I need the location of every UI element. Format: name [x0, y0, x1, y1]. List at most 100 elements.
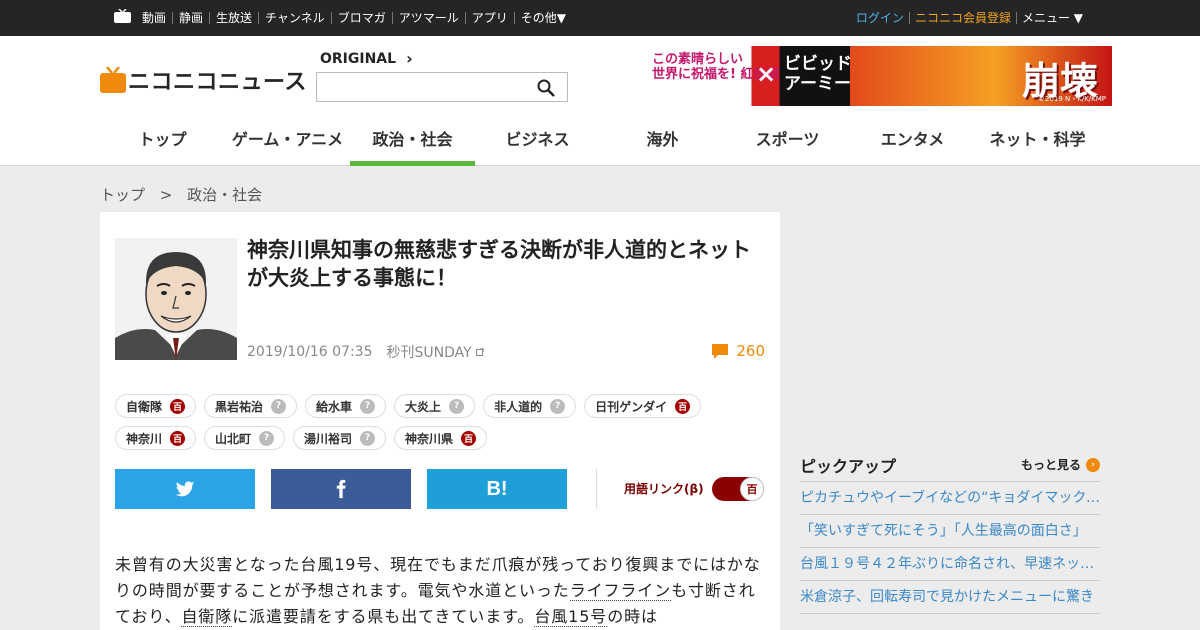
list-item[interactable]: 米倉涼子、回転寿司で見かけたメニューに驚き	[800, 581, 1100, 614]
dic-icon[interactable]: 百	[461, 430, 477, 446]
twitter-icon	[175, 481, 195, 497]
niconico-tv-icon[interactable]	[114, 9, 131, 23]
category-game-anime[interactable]: ゲーム・アニメ	[225, 126, 350, 166]
banner-times: ×	[756, 60, 777, 88]
list-item[interactable]: 「笑いすぎて死にそう」「人生最高の面白さ」	[800, 515, 1100, 548]
category-top[interactable]: トップ	[100, 126, 225, 166]
question-icon[interactable]: ?	[259, 430, 275, 446]
breadcrumb: トップ > 政治・社会	[100, 184, 262, 205]
tag-item[interactable]: 給水車?	[305, 394, 387, 418]
original-link[interactable]: ORIGINAL ›	[320, 49, 413, 68]
tag-item[interactable]: 神奈川県百	[394, 426, 488, 450]
sidebar-ad-space	[800, 184, 1100, 434]
service-nav: 動画 静画 生放送 チャンネル ブロマガ アツマール アプリ その他▼	[136, 0, 572, 36]
menu-link[interactable]: メニュー ▼	[1015, 12, 1088, 24]
question-icon[interactable]: ?	[360, 430, 376, 446]
tag-item[interactable]: 神奈川百	[115, 426, 197, 450]
article-thumbnail	[115, 238, 237, 360]
nav-other[interactable]: その他▼	[513, 12, 572, 24]
nav-video[interactable]: 動画	[136, 12, 172, 24]
more-link[interactable]: もっと見る ›	[1021, 456, 1100, 473]
niconico-logo-icon	[100, 67, 126, 93]
question-icon[interactable]: ?	[271, 398, 287, 414]
breadcrumb-current[interactable]: 政治・社会	[187, 186, 262, 204]
article-meta: 2019/10/16 07:35 秒刊SUNDAY	[247, 342, 484, 362]
divider	[596, 469, 597, 509]
term-link-label: 用語リンク(β)	[624, 482, 704, 496]
term-link[interactable]: ライフライン	[569, 581, 672, 601]
banner-copyright: ©2019 N・K/K/KMP	[1037, 95, 1106, 103]
comment-count-link[interactable]: 260	[712, 342, 765, 360]
pickup-header: ピックアップ もっと見る ›	[800, 448, 1100, 482]
facebook-icon	[336, 479, 346, 499]
category-business[interactable]: ビジネス	[475, 126, 600, 166]
search-input[interactable]	[317, 73, 527, 101]
nav-channel[interactable]: チャンネル	[258, 12, 331, 24]
pickup-section: ピックアップ もっと見る › ピカチュウやイーブイなどの“キョダイマックス”姿が…	[800, 448, 1100, 614]
chevron-right-icon: ›	[406, 49, 413, 68]
global-top-bar: 動画 静画 生放送 チャンネル ブロマガ アツマール アプリ その他▼ ログイン…	[0, 0, 1200, 36]
tag-item[interactable]: 自衛隊百	[115, 394, 197, 418]
banner-vivid-army: ビビッド アーミー	[784, 54, 852, 94]
question-icon[interactable]: ?	[360, 398, 376, 414]
article-date: 2019/10/16 07:35	[247, 344, 373, 360]
original-label: ORIGINAL	[320, 50, 397, 67]
tag-item[interactable]: 日刊ゲンダイ百	[584, 394, 702, 418]
nav-seiga[interactable]: 静画	[172, 12, 209, 24]
tag-item[interactable]: 湯川裕司?	[293, 426, 387, 450]
external-link-icon	[475, 348, 484, 356]
search-box	[316, 72, 568, 102]
tag-item[interactable]: 黒岩祐治?	[204, 394, 298, 418]
tag-item[interactable]: 大炎上?	[394, 394, 476, 418]
question-icon[interactable]: ?	[550, 398, 566, 414]
comment-count: 260	[736, 342, 765, 360]
logo-text: ニコニコニュース	[128, 70, 307, 95]
dic-icon[interactable]: 百	[675, 398, 691, 414]
term-link[interactable]: 台風15号	[534, 607, 608, 627]
register-link[interactable]: ニコニコ会員登録	[908, 12, 1016, 24]
category-overseas[interactable]: 海外	[600, 126, 725, 166]
article-source-label: 秒刊SUNDAY	[386, 345, 472, 361]
article-source[interactable]: 秒刊SUNDAY	[387, 342, 484, 362]
list-item[interactable]: 台風１９号４２年ぶりに命名され、早速ネットで話題に	[800, 548, 1100, 581]
breadcrumb-home[interactable]: トップ	[100, 186, 145, 204]
category-politics-society[interactable]: 政治・社会	[350, 126, 475, 166]
pickup-title: ピックアップ	[800, 456, 897, 476]
breadcrumb-separator: >	[159, 186, 173, 204]
hatena-bookmark-button[interactable]: B!	[427, 469, 567, 509]
twitter-share-button[interactable]	[115, 469, 255, 509]
hatena-icon: B!	[486, 477, 508, 500]
question-icon[interactable]: ?	[449, 398, 465, 414]
tag-item[interactable]: 山北町?	[204, 426, 286, 450]
header-ad-banner[interactable]: この素晴らしい 世界に祝福を! 紅伝説 × ビビッド アーミー 崩壊 ©2019…	[644, 46, 1112, 106]
tag-list: 自衛隊百 黒岩祐治? 給水車? 大炎上? 非人道的? 日刊ゲンダイ百 神奈川百 …	[115, 394, 765, 450]
article-card: 神奈川県知事の無慈悲すぎる決断が非人道的とネットが大炎上する事態に！ 2019/…	[100, 212, 780, 630]
site-header: ニコニコニュース ORIGINAL › この素晴らしい 世界に祝福を! 紅伝説 …	[0, 36, 1200, 166]
login-link[interactable]: ログイン	[851, 12, 909, 24]
nav-blomaga[interactable]: ブロマガ	[330, 12, 392, 24]
facebook-share-button[interactable]	[271, 469, 411, 509]
term-link[interactable]: 自衛隊	[181, 607, 233, 627]
pickup-list: ピカチュウやイーブイなどの“キョダイマックス”姿が公開 「笑いすぎて死にそう」「…	[800, 482, 1100, 614]
nav-live[interactable]: 生放送	[209, 12, 258, 24]
list-item[interactable]: ピカチュウやイーブイなどの“キョダイマックス”姿が公開	[800, 482, 1100, 515]
category-net-science[interactable]: ネット・科学	[975, 126, 1100, 166]
article-body: 未曾有の大災害となった台風19号、現在でもまだ爪痕が残っており復興までにはかなり…	[115, 555, 761, 627]
term-link-toggle[interactable]: 百	[712, 477, 764, 501]
site-logo[interactable]: ニコニコニュース	[100, 64, 307, 96]
tag-item[interactable]: 非人道的?	[483, 394, 577, 418]
account-links: ログイン ニコニコ会員登録 メニュー ▼	[851, 0, 1088, 36]
category-entertainment[interactable]: エンタメ	[850, 126, 975, 166]
article-title: 神奈川県知事の無慈悲すぎる決断が非人道的とネットが大炎上する事態に！	[247, 238, 751, 290]
dic-icon: 百	[740, 477, 764, 501]
nav-atsumaru[interactable]: アツマール	[391, 12, 465, 24]
category-sports[interactable]: スポーツ	[725, 126, 850, 166]
search-icon[interactable]	[537, 79, 555, 97]
category-nav: トップ ゲーム・アニメ 政治・社会 ビジネス 海外 スポーツ エンタメ ネット・…	[100, 126, 1100, 166]
arrow-right-icon: ›	[1086, 457, 1100, 472]
portrait-illustration	[115, 238, 237, 360]
comment-icon	[712, 343, 729, 359]
dic-icon[interactable]: 百	[170, 398, 186, 414]
dic-icon[interactable]: 百	[170, 430, 186, 446]
nav-app[interactable]: アプリ	[464, 12, 514, 24]
